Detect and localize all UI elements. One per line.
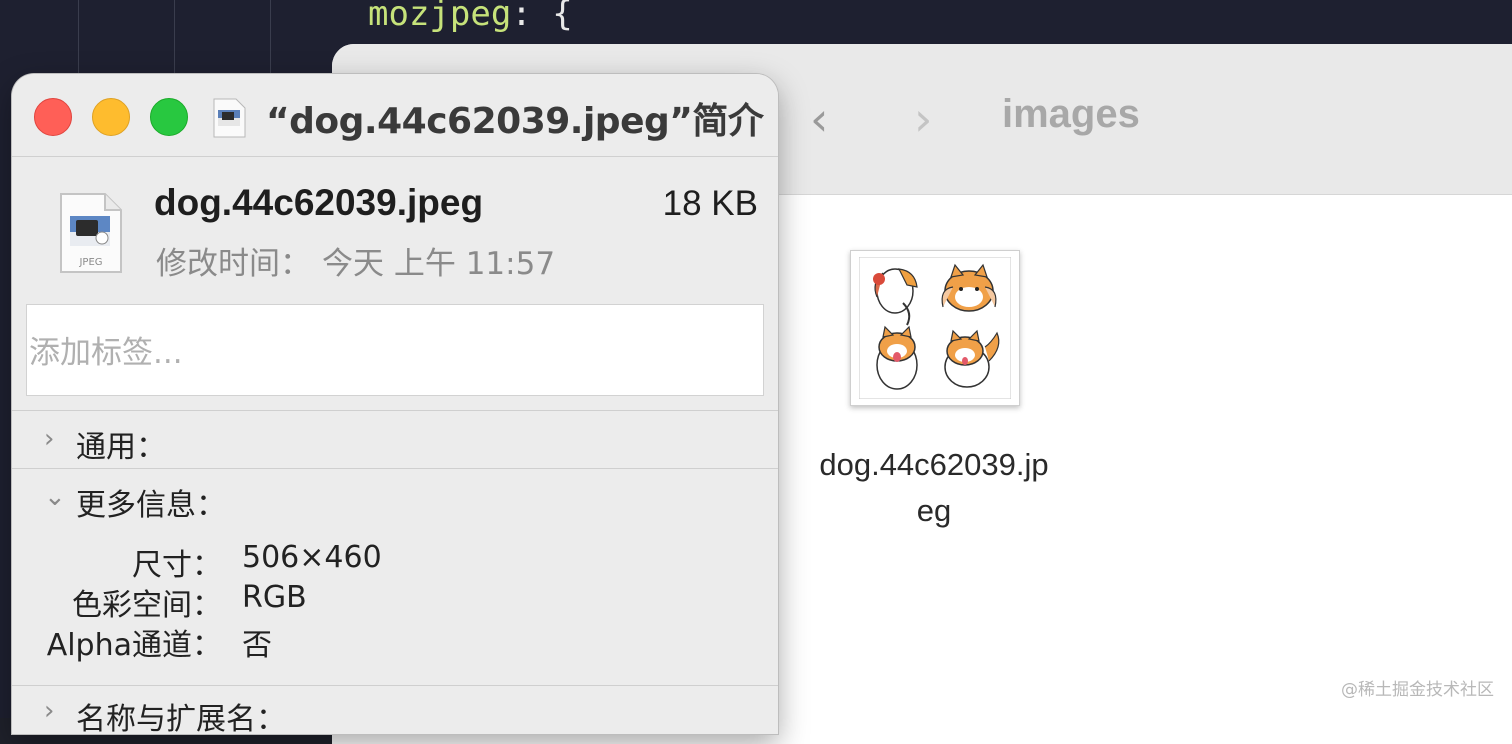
zoom-button[interactable] bbox=[150, 98, 188, 136]
forward-button[interactable]: › bbox=[914, 92, 932, 146]
dog-sticker-icon bbox=[859, 257, 1011, 399]
folder-title: images bbox=[1002, 92, 1140, 136]
tags-input[interactable] bbox=[26, 304, 764, 396]
modified-label: 修改时间： bbox=[156, 246, 311, 282]
section-title: 名称与扩展名： bbox=[76, 702, 286, 734]
window-title: “dog.44c62039.jpeg”简介 bbox=[266, 101, 764, 142]
dimensions-label: 尺寸： bbox=[132, 548, 222, 583]
close-button[interactable] bbox=[34, 98, 72, 136]
file-name-line: eg bbox=[916, 493, 952, 528]
chevron-down-icon[interactable]: ⌄ bbox=[44, 482, 66, 512]
title-bar[interactable]: “dog.44c62039.jpeg”简介 bbox=[12, 74, 778, 157]
section-title: 更多信息： bbox=[76, 488, 226, 523]
section-name-extension[interactable]: › 名称与扩展名： bbox=[12, 692, 778, 734]
divider bbox=[12, 468, 778, 469]
file-name-line: dog.44c62039.jp bbox=[819, 447, 1049, 482]
jpeg-file-icon bbox=[213, 98, 246, 138]
file-name: dog.44c62039.jpeg bbox=[154, 182, 484, 223]
divider bbox=[12, 685, 778, 686]
color-space-value: RGB bbox=[242, 580, 307, 615]
alpha-label: Alpha通道： bbox=[46, 628, 222, 663]
section-title: 通用： bbox=[76, 430, 166, 465]
jpeg-file-icon: JPEG bbox=[60, 193, 122, 273]
minimize-button[interactable] bbox=[92, 98, 130, 136]
code-punct: : { bbox=[511, 0, 573, 34]
color-space-label: 色彩空间： bbox=[72, 588, 222, 623]
section-more-info[interactable]: ⌄ 更多信息： bbox=[12, 478, 778, 534]
chevron-right-icon[interactable]: › bbox=[44, 424, 54, 454]
back-button[interactable]: ‹ bbox=[810, 92, 828, 146]
code-line: mozjpeg: { bbox=[368, 0, 573, 34]
file-thumbnail[interactable] bbox=[850, 250, 1020, 406]
file-size: 18 KB bbox=[662, 184, 758, 223]
modified-value: 今天 上午 11:57 bbox=[322, 246, 556, 282]
code-key: mozjpeg bbox=[368, 0, 512, 34]
alpha-value: 否 bbox=[242, 628, 272, 663]
divider bbox=[12, 410, 778, 411]
dimensions-value: 506×460 bbox=[242, 540, 382, 575]
file-type-badge: JPEG bbox=[78, 257, 102, 268]
chevron-right-icon[interactable]: › bbox=[44, 696, 54, 726]
file-name-label[interactable]: dog.44c62039.jp eg bbox=[786, 442, 1082, 534]
get-info-window: “dog.44c62039.jpeg”简介 JPEG dog.44c62039.… bbox=[12, 74, 778, 734]
watermark: @稀土掘金技术社区 bbox=[1341, 680, 1494, 700]
